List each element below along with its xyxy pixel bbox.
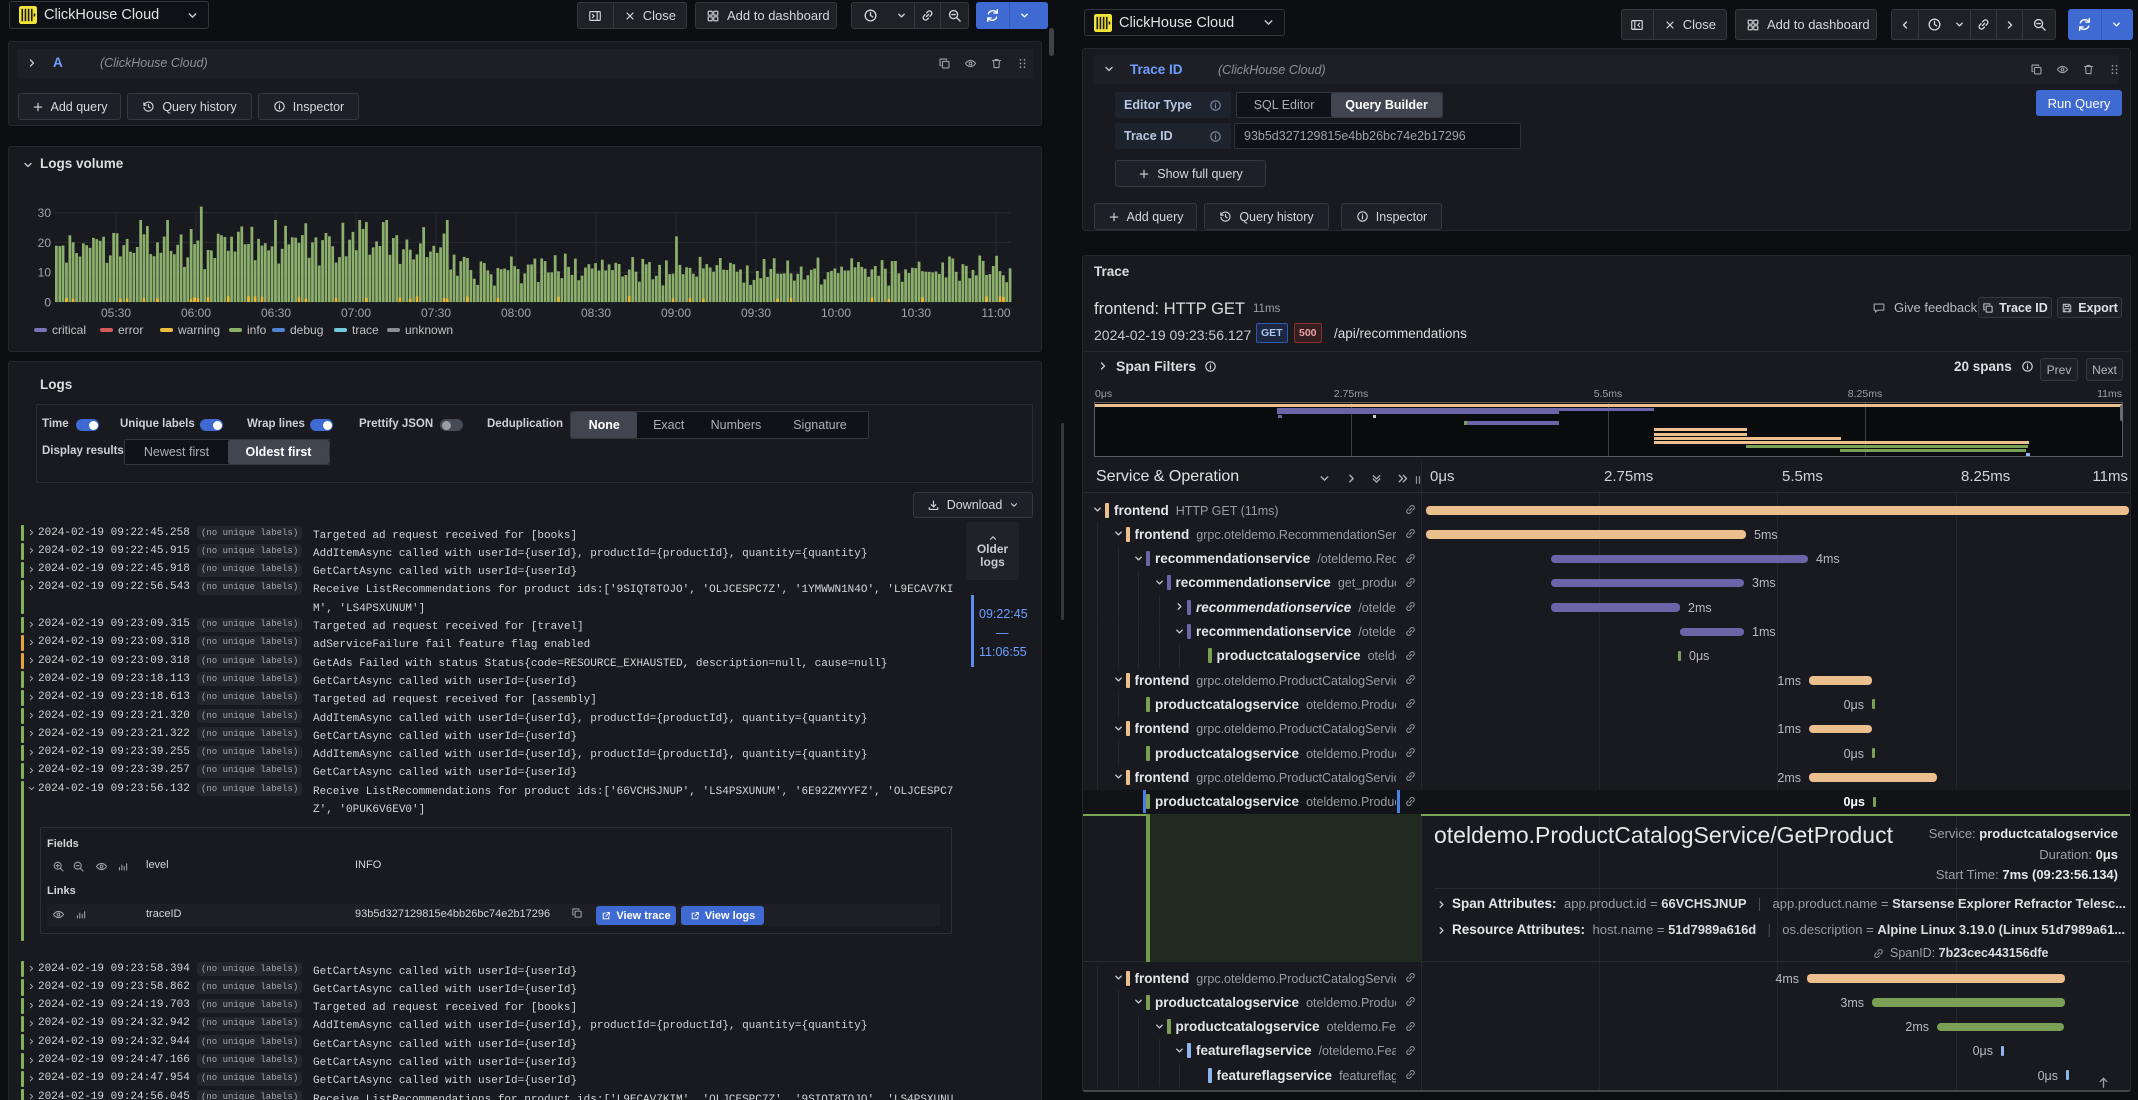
- svg-text:10:00: 10:00: [821, 306, 851, 320]
- svg-text:20: 20: [38, 236, 52, 250]
- svg-text:05:30: 05:30: [101, 306, 131, 320]
- svg-text:06:30: 06:30: [261, 306, 291, 320]
- svg-text:09:30: 09:30: [741, 306, 771, 320]
- svg-text:11:00: 11:00: [981, 306, 1010, 320]
- svg-text:08:30: 08:30: [581, 306, 611, 320]
- svg-text:0: 0: [44, 296, 51, 310]
- svg-text:30: 30: [38, 206, 52, 220]
- svg-text:09:00: 09:00: [661, 306, 691, 320]
- svg-text:07:00: 07:00: [341, 306, 371, 320]
- svg-text:06:00: 06:00: [181, 306, 211, 320]
- svg-text:10: 10: [38, 266, 52, 280]
- svg-text:07:30: 07:30: [421, 306, 451, 320]
- svg-text:08:00: 08:00: [501, 306, 531, 320]
- svg-text:10:30: 10:30: [901, 306, 931, 320]
